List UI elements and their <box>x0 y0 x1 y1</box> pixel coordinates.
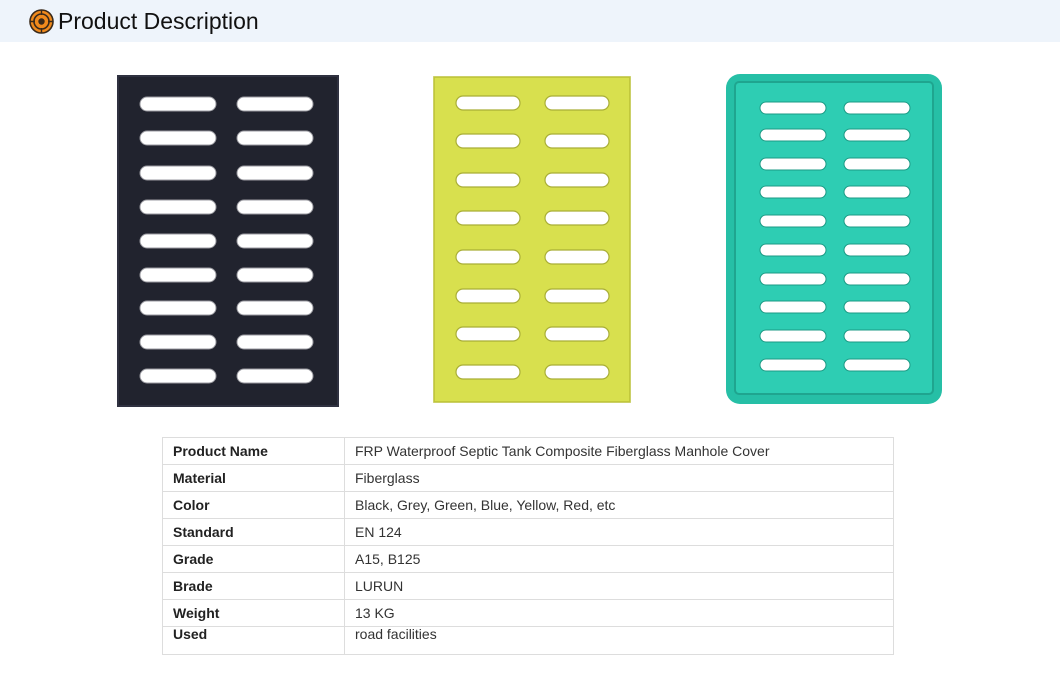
spec-row-product-name: Product Name FRP Waterproof Septic Tank … <box>162 437 894 465</box>
spec-value: road facilities <box>344 626 894 655</box>
spec-key: Grade <box>162 545 345 573</box>
spec-row-color: Color Black, Grey, Green, Blue, Yellow, … <box>162 491 894 519</box>
spec-key: Weight <box>162 599 345 627</box>
spec-key: Material <box>162 464 345 492</box>
section-header: Product Description <box>0 0 1060 42</box>
spec-table: Product Name FRP Waterproof Septic Tank … <box>162 437 894 655</box>
target-badge-icon <box>29 9 54 34</box>
spec-value: Black, Grey, Green, Blue, Yellow, Red, e… <box>344 491 894 519</box>
spec-key: Brade <box>162 572 345 600</box>
spec-row-weight: Weight 13 KG <box>162 599 894 627</box>
spec-value: LURUN <box>344 572 894 600</box>
spec-row-material: Material Fiberglass <box>162 464 894 492</box>
spec-value: EN 124 <box>344 518 894 546</box>
spec-value: Fiberglass <box>344 464 894 492</box>
spec-row-brade: Brade LURUN <box>162 572 894 600</box>
spec-key: Used <box>162 626 345 655</box>
spec-value: 13 KG <box>344 599 894 627</box>
spec-row-standard: Standard EN 124 <box>162 518 894 546</box>
yellow-manhole-cover-image <box>430 74 636 406</box>
spec-key: Color <box>162 491 345 519</box>
spec-row-grade: Grade A15, B125 <box>162 545 894 573</box>
spec-value: FRP Waterproof Septic Tank Composite Fib… <box>344 437 894 465</box>
spec-key: Standard <box>162 518 345 546</box>
spec-row-used: Used road facilities <box>162 626 894 655</box>
page-title: Product Description <box>58 8 259 34</box>
spec-key: Product Name <box>162 437 345 465</box>
spec-value: A15, B125 <box>344 545 894 573</box>
black-manhole-cover-image <box>112 72 342 408</box>
spec-value-text: road facilities <box>355 626 437 642</box>
green-manhole-cover-image <box>722 70 948 408</box>
spec-key-text: Used <box>173 626 208 642</box>
